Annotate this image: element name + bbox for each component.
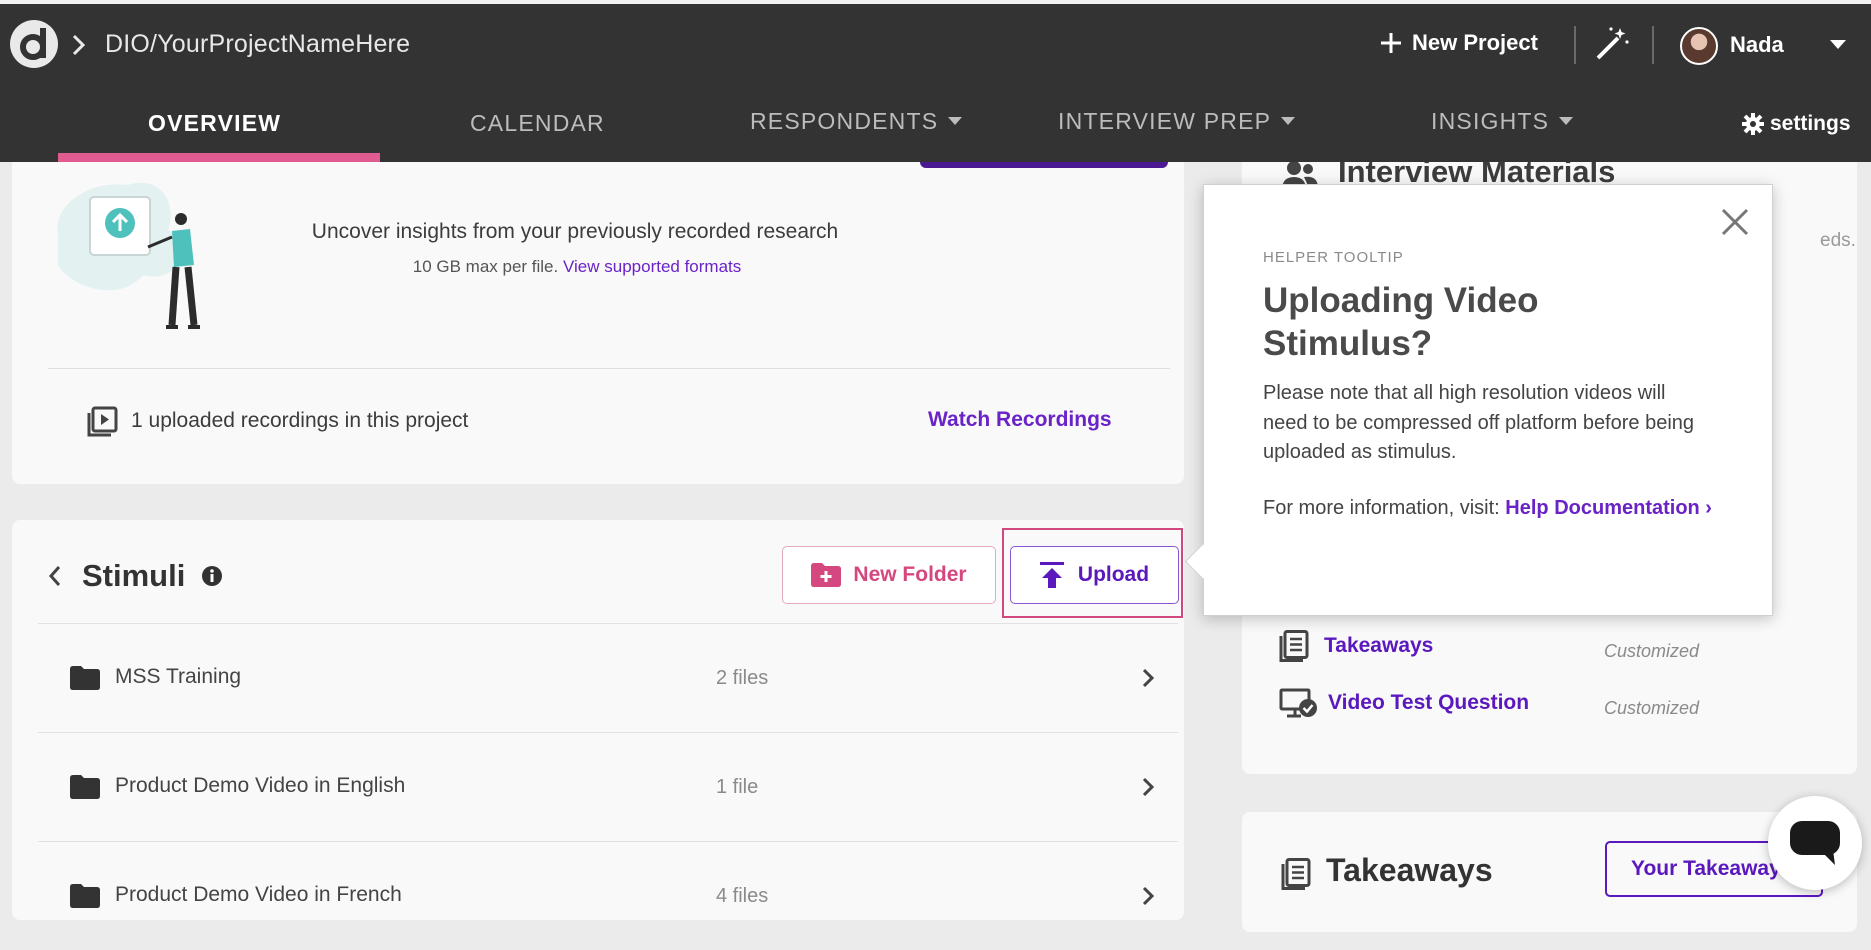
stimuli-title: Stimuli xyxy=(82,558,186,593)
new-folder-label: New Folder xyxy=(853,563,967,586)
chevron-right-icon xyxy=(72,34,86,56)
upload-button[interactable]: Upload xyxy=(1010,546,1179,604)
chevron-right-icon xyxy=(1142,668,1154,688)
chevron-left-icon[interactable] xyxy=(48,565,62,587)
folder-row[interactable]: Product Demo Video in English 1 file xyxy=(38,733,1178,842)
folder-row[interactable]: Product Demo Video in French 4 files xyxy=(38,842,1178,950)
tooltip-title: Uploading Video Stimulus? xyxy=(1263,281,1539,363)
takeaways-title: Takeaways xyxy=(1326,852,1493,888)
divider xyxy=(1574,26,1576,64)
customized-tag: Customized xyxy=(1604,641,1700,661)
tab-calendar[interactable]: CALENDAR xyxy=(470,110,605,137)
tooltip-body: Please note that all high resolution vid… xyxy=(1263,382,1695,463)
tab-insights[interactable]: INSIGHTS xyxy=(1431,108,1574,135)
chevron-right-icon xyxy=(1142,777,1154,797)
tooltip-kicker: HELPER TOOLTIP xyxy=(1263,249,1404,266)
tab-respondents[interactable]: RESPONDENTS xyxy=(750,108,963,135)
chat-icon xyxy=(1790,821,1840,865)
recordings-count-text: 1 uploaded recordings in this project xyxy=(131,409,469,432)
helper-tooltip: HELPER TOOLTIP Uploading Video Stimulus?… xyxy=(1184,184,1773,616)
more-info-text: For more information, visit: xyxy=(1263,497,1500,519)
user-name[interactable]: Nada xyxy=(1730,32,1784,58)
avatar[interactable] xyxy=(1680,27,1718,65)
divider xyxy=(48,368,1170,369)
tab-label: INSIGHTS xyxy=(1431,108,1550,134)
upload-subtitle: 10 GB max per file. View supported forma… xyxy=(0,257,1154,277)
list-icon xyxy=(1279,630,1309,662)
upload-label: Upload xyxy=(1077,563,1150,586)
upload-title: Uncover insights from your previously re… xyxy=(311,220,839,243)
breadcrumb[interactable]: DIO/YourProjectNameHere xyxy=(105,30,410,59)
customized-tag: Customized xyxy=(1604,698,1700,718)
settings-link[interactable]: settings xyxy=(1742,112,1851,136)
takeaways-link[interactable]: Takeaways xyxy=(1324,634,1433,658)
tab-label: RESPONDENTS xyxy=(750,108,939,134)
help-documentation-link[interactable]: Help Documentation › xyxy=(1505,497,1712,519)
folder-icon xyxy=(70,666,100,690)
folder-name: Product Demo Video in French xyxy=(115,883,402,906)
folder-row[interactable]: MSS Training 2 files xyxy=(38,624,1178,733)
upload-icon xyxy=(1039,562,1064,588)
video-test-question-link[interactable]: Video Test Question xyxy=(1328,691,1529,715)
caret-down-icon[interactable] xyxy=(1830,40,1846,50)
upload-illustration xyxy=(57,182,200,329)
tab-label: INTERVIEW PREP xyxy=(1058,108,1272,134)
chat-button[interactable] xyxy=(1768,796,1862,890)
folder-name: Product Demo Video in English xyxy=(115,774,406,797)
caret-down-icon xyxy=(1281,117,1296,125)
active-tab-indicator xyxy=(58,153,380,162)
logo-icon[interactable] xyxy=(10,20,58,68)
top-strip xyxy=(0,0,1871,4)
tooltip-arrow xyxy=(1184,543,1221,580)
caret-down-icon xyxy=(1559,117,1574,125)
magic-wand-icon[interactable] xyxy=(1594,26,1630,62)
folder-icon xyxy=(70,884,100,908)
new-folder-button[interactable]: New Folder xyxy=(782,546,996,604)
tab-label: CALENDAR xyxy=(470,110,605,136)
top-bar: DIO/YourProjectNameHere New Project Nada… xyxy=(0,0,1871,162)
new-project-button[interactable]: New Project xyxy=(1380,30,1538,56)
folder-name: MSS Training xyxy=(115,665,242,688)
plus-icon xyxy=(1381,33,1401,53)
folder-icon xyxy=(70,775,100,799)
list-icon xyxy=(1281,858,1311,890)
tooltip-more-info: For more information, visit: Help Docume… xyxy=(1263,494,1713,524)
clipped-description: eds. xyxy=(1820,230,1856,251)
tab-interview-prep[interactable]: INTERVIEW PREP xyxy=(1058,108,1296,135)
folder-count: 4 files xyxy=(716,885,769,907)
folder-count: 1 file xyxy=(716,776,759,798)
supported-formats-link[interactable]: View supported formats xyxy=(563,257,741,276)
recordings-icon xyxy=(87,406,118,437)
caret-down-icon xyxy=(948,117,963,125)
close-icon[interactable] xyxy=(1720,207,1750,237)
folder-count: 2 files xyxy=(716,667,769,689)
watch-recordings-link[interactable]: Watch Recordings xyxy=(928,408,1112,432)
tab-overview[interactable]: OVERVIEW xyxy=(148,110,281,137)
video-check-icon xyxy=(1279,688,1317,718)
info-icon[interactable] xyxy=(201,565,223,587)
tab-label: OVERVIEW xyxy=(148,110,282,136)
settings-label: settings xyxy=(1770,112,1851,135)
size-limit-text: 10 GB max per file. xyxy=(412,257,559,276)
gear-icon xyxy=(1742,113,1764,135)
add-folder-icon xyxy=(811,563,842,587)
divider xyxy=(1652,26,1654,64)
new-project-label: New Project xyxy=(1412,30,1538,55)
chevron-right-icon xyxy=(1142,886,1154,906)
